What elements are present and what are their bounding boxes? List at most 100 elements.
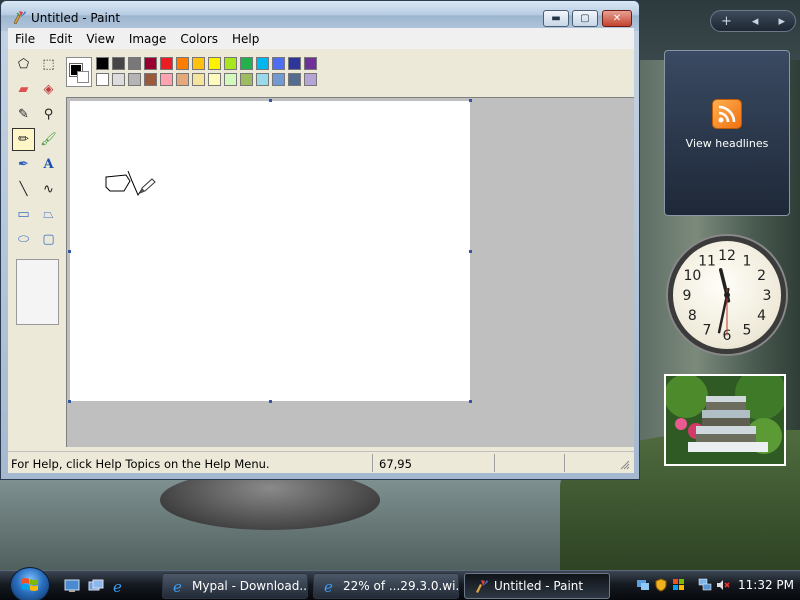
- color-swatch[interactable]: [304, 73, 317, 86]
- resize-handle-corner[interactable]: [469, 400, 472, 403]
- menu-image[interactable]: Image: [122, 32, 174, 46]
- menu-colors[interactable]: Colors: [173, 32, 225, 46]
- drawing-canvas[interactable]: [68, 99, 472, 403]
- rounded-rect-tool-button[interactable]: ▢: [37, 228, 60, 251]
- color-swatch[interactable]: [112, 57, 125, 70]
- color-swatch[interactable]: [272, 73, 285, 86]
- color-picker-tool-button[interactable]: ✎: [12, 103, 35, 126]
- start-button[interactable]: [10, 567, 50, 600]
- resize-handle-top-right[interactable]: [469, 99, 472, 102]
- maximize-button[interactable]: ▢: [572, 10, 598, 27]
- color-swatch[interactable]: [144, 73, 157, 86]
- status-separator: [494, 454, 495, 472]
- color-swatch[interactable]: [208, 57, 221, 70]
- color-swatch[interactable]: [96, 73, 109, 86]
- resize-handle-bottom[interactable]: [269, 400, 272, 403]
- prev-gadget-button[interactable]: ◂: [752, 14, 759, 29]
- clock-numeral: 10: [683, 268, 701, 284]
- ellipse-tool-button[interactable]: ⬭: [12, 228, 35, 251]
- color-swatch[interactable]: [144, 57, 157, 70]
- tool-options-box[interactable]: [16, 259, 59, 325]
- menu-view[interactable]: View: [79, 32, 121, 46]
- free-form-select-tool-button[interactable]: ⬠: [12, 53, 35, 76]
- status-bar: For Help, click Help Topics on the Help …: [8, 451, 634, 473]
- color-swatch[interactable]: [304, 57, 317, 70]
- menu-file[interactable]: File: [8, 32, 42, 46]
- airbrush-tool-icon: ✒: [18, 157, 29, 172]
- show-desktop-icon[interactable]: [64, 578, 80, 594]
- task-button-download-progress[interactable]: e 22% of ...29.3.0.wi...: [313, 573, 459, 599]
- network-sharing-icon[interactable]: [636, 578, 650, 592]
- curve-tool-button[interactable]: ∿: [37, 178, 60, 201]
- windows-update-icon[interactable]: [672, 578, 686, 592]
- color-swatch[interactable]: [256, 57, 269, 70]
- color-swatch[interactable]: [208, 73, 221, 86]
- eraser-tool-button[interactable]: ▰: [12, 78, 35, 101]
- pencil-cursor-icon: [139, 178, 156, 194]
- color-swatch[interactable]: [224, 73, 237, 86]
- color-swatch[interactable]: [176, 57, 189, 70]
- resize-handle-top[interactable]: [269, 99, 272, 102]
- next-gadget-button[interactable]: ▸: [778, 14, 785, 29]
- brush-tool-icon: 🖌: [40, 132, 57, 147]
- color-swatch[interactable]: [160, 73, 173, 86]
- color-swatch[interactable]: [272, 57, 285, 70]
- color-swatch[interactable]: [288, 57, 301, 70]
- resize-handle-left[interactable]: [68, 250, 71, 253]
- pencil-tool-button[interactable]: ✏: [12, 128, 35, 151]
- internet-explorer-icon[interactable]: e: [111, 578, 127, 594]
- rect-select-tool-button[interactable]: ⬚: [37, 53, 60, 76]
- fill-tool-button[interactable]: ◈: [37, 78, 60, 101]
- switch-windows-icon[interactable]: [88, 578, 104, 594]
- color-swatch[interactable]: [96, 57, 109, 70]
- resize-handle-bottom-left[interactable]: [68, 400, 71, 403]
- clock-center: [724, 292, 730, 298]
- task-button-paint[interactable]: Untitled - Paint: [464, 573, 610, 599]
- current-colors[interactable]: [66, 57, 92, 87]
- taskbar-clock[interactable]: 11:32 PM: [738, 578, 794, 592]
- slideshow-gadget[interactable]: [664, 374, 786, 466]
- paint-app-icon[interactable]: [11, 9, 27, 25]
- color-swatch[interactable]: [240, 73, 253, 86]
- color-swatch[interactable]: [128, 73, 141, 86]
- color-swatch[interactable]: [288, 73, 301, 86]
- close-button[interactable]: ✕: [602, 10, 632, 27]
- title-bar[interactable]: Untitled - Paint ▬ ▢ ✕: [1, 1, 639, 31]
- add-gadget-button[interactable]: +: [721, 14, 732, 29]
- rectangle-tool-icon: ▭: [17, 207, 30, 222]
- color-swatch[interactable]: [128, 57, 141, 70]
- clock-numeral: 12: [718, 248, 736, 264]
- color-swatch[interactable]: [192, 57, 205, 70]
- minimize-button[interactable]: ▬: [543, 10, 569, 27]
- task-button-mypal-download[interactable]: e Mypal - Download...: [162, 573, 308, 599]
- rectangle-tool-button[interactable]: ▭: [12, 203, 35, 226]
- color-swatch[interactable]: [256, 73, 269, 86]
- rss-icon[interactable]: [712, 99, 742, 129]
- menu-edit[interactable]: Edit: [42, 32, 79, 46]
- paint-window[interactable]: Untitled - Paint ▬ ▢ ✕ File Edit View Im…: [0, 0, 640, 480]
- paint-client-area: ⬠ ⬚ ▰ ◈ ✎ ⚲ ✏ 🖌 ✒ A ╲ ∿ ▭ ⏢ ⬭ ▢ For Help…: [8, 49, 634, 473]
- sidebar-controls: + ◂ ▸: [710, 10, 796, 32]
- resize-grip-icon[interactable]: [620, 460, 630, 470]
- menu-help[interactable]: Help: [225, 32, 266, 46]
- color-swatch[interactable]: [160, 57, 173, 70]
- clock-gadget: 12 1 2 3 4 5 6 7 8 9 10 11: [668, 236, 786, 354]
- canvas-scroll-area[interactable]: [66, 97, 634, 447]
- view-headlines-link[interactable]: View headlines: [686, 137, 769, 150]
- color-swatch[interactable]: [192, 73, 205, 86]
- security-shield-icon[interactable]: [654, 578, 668, 592]
- color-swatch[interactable]: [112, 73, 125, 86]
- polygon-tool-button[interactable]: ⏢: [37, 203, 60, 226]
- text-tool-button[interactable]: A: [37, 153, 60, 176]
- brush-tool-button[interactable]: 🖌: [37, 128, 60, 151]
- network-icon[interactable]: [698, 578, 712, 592]
- magnifier-tool-button[interactable]: ⚲: [37, 103, 60, 126]
- rss-headlines-gadget[interactable]: View headlines: [664, 50, 790, 216]
- color-swatch[interactable]: [176, 73, 189, 86]
- color-swatch[interactable]: [224, 57, 237, 70]
- line-tool-button[interactable]: ╲: [12, 178, 35, 201]
- color-swatch[interactable]: [240, 57, 253, 70]
- airbrush-tool-button[interactable]: ✒: [12, 153, 35, 176]
- resize-handle-right[interactable]: [469, 250, 472, 253]
- volume-muted-icon[interactable]: [716, 578, 730, 592]
